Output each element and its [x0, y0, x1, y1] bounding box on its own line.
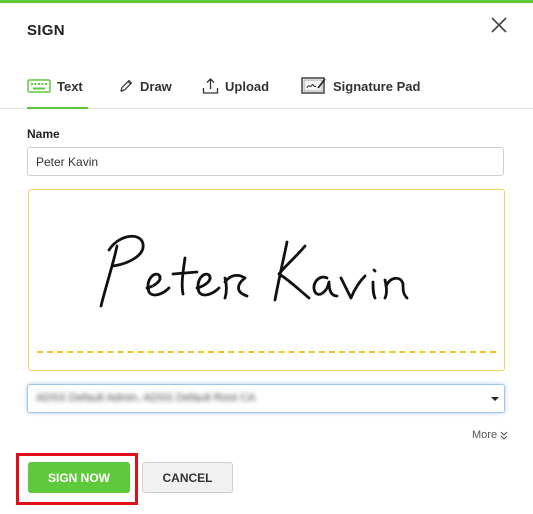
signature-image [99, 235, 409, 308]
double-chevron-down-icon [500, 431, 508, 440]
certificate-value: ADSS Default Admin, ADSS Default Root CA [36, 392, 256, 404]
more-options-link[interactable]: More [472, 429, 508, 441]
more-label: More [472, 429, 498, 441]
name-label: Name [27, 127, 60, 141]
close-icon[interactable] [488, 14, 510, 36]
sign-now-button[interactable]: SIGN NOW [28, 462, 130, 493]
tab-signature-pad[interactable]: Signature Pad [301, 64, 420, 108]
cancel-button[interactable]: CANCEL [142, 462, 233, 493]
tab-draw-label: Draw [140, 78, 172, 94]
tab-draw[interactable]: Draw [118, 64, 172, 108]
upload-icon [202, 77, 219, 95]
name-input[interactable] [27, 147, 504, 176]
dialog-title: SIGN [27, 22, 65, 39]
tab-signature-pad-label: Signature Pad [333, 78, 421, 94]
signature-preview [28, 189, 505, 371]
pen-icon [118, 78, 134, 94]
tab-upload[interactable]: Upload [202, 64, 269, 108]
dropdown-caret-icon [491, 397, 499, 401]
tab-text-label: Text [57, 78, 83, 94]
top-accent-bar [0, 0, 533, 3]
certificate-select[interactable]: ADSS Default Admin, ADSS Default Root CA [27, 384, 505, 413]
signature-tabs: Text Draw Upload Signature Pad [0, 64, 533, 109]
tab-upload-label: Upload [225, 78, 270, 94]
tab-text[interactable]: Text [27, 64, 88, 109]
signature-pad-icon [301, 76, 327, 96]
keyboard-icon [27, 79, 51, 93]
signature-baseline [37, 351, 496, 353]
